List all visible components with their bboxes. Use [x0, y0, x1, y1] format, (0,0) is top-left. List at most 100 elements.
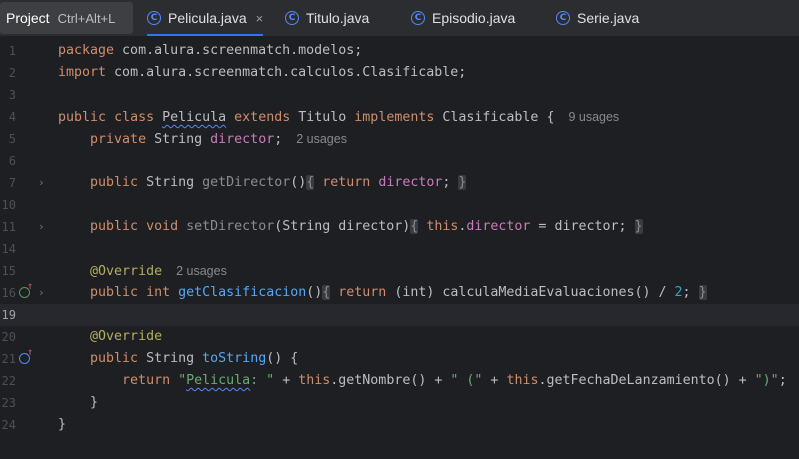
field-name: director: [466, 219, 531, 234]
tab-label: Episodio.java: [432, 10, 516, 26]
operator: +: [274, 373, 299, 388]
operator: +: [730, 373, 755, 388]
code-line: 3: [0, 84, 799, 106]
tab-serie[interactable]: C Serie.java: [556, 0, 639, 36]
method-name: toString: [202, 351, 267, 366]
method-name: getDirector: [202, 175, 291, 190]
parens: (): [306, 285, 323, 300]
keyword: public: [90, 351, 139, 366]
class-c-icon: C: [556, 11, 570, 25]
method-name: getClasificacion: [178, 285, 307, 300]
usages-hint[interactable]: 9 usages: [568, 110, 619, 124]
code-line: 2 import com.alura.screenmatch.calculos.…: [0, 62, 799, 84]
code-line: 6: [0, 150, 799, 172]
fold-chevron-icon[interactable]: ›: [38, 282, 45, 304]
interface-name: Clasificable {: [442, 110, 555, 125]
tab-label: Pelicula.java: [168, 10, 247, 26]
keyword: this: [426, 219, 459, 234]
assignment: = director;: [530, 219, 627, 234]
line-number: 22: [1, 374, 16, 388]
method-call: getFechaDeLanzamiento: [546, 373, 715, 388]
expression: (int) calculaMediaEvaluaciones() /: [386, 285, 675, 300]
line-number: 7: [8, 176, 16, 190]
fold-chevron-icon[interactable]: ›: [38, 172, 45, 194]
folded-brace[interactable]: {: [306, 175, 315, 190]
string-literal: " (": [450, 373, 483, 388]
line-number: 15: [1, 264, 16, 278]
folded-brace[interactable]: }: [458, 175, 467, 190]
semicolon: ;: [682, 285, 691, 300]
project-shortcut: Ctrl+Alt+L: [57, 10, 116, 26]
tab-episodio[interactable]: C Episodio.java: [411, 0, 515, 36]
string-literal: Pelicula: [186, 373, 251, 388]
fold-chevron-icon[interactable]: ›: [38, 216, 45, 238]
line-number: 23: [1, 396, 16, 410]
folded-brace[interactable]: {: [322, 285, 331, 300]
class-name: Pelicula: [162, 110, 227, 125]
code-line: 21 ↑ public String toString() {: [0, 347, 799, 370]
operator: +: [426, 373, 451, 388]
class-c-icon: C: [147, 11, 161, 25]
project-tool-button[interactable]: Project Ctrl+Alt+L: [0, 2, 133, 34]
line-number: 24: [1, 418, 16, 432]
number-literal: 2: [674, 285, 683, 300]
line-number: 2: [8, 66, 16, 80]
folded-brace[interactable]: }: [698, 285, 707, 300]
line-number: 14: [1, 242, 16, 256]
keyword: this: [506, 373, 539, 388]
type-name: String: [146, 351, 195, 366]
code-line: 1 package com.alura.screenmatch.modelos;: [0, 40, 799, 62]
dot: .: [538, 373, 547, 388]
semicolon: ;: [442, 175, 451, 190]
field-name: director: [210, 132, 275, 147]
code-line: 4 public class Pelicula extends Titulo i…: [0, 106, 799, 128]
keyword: package: [58, 43, 115, 58]
line-number: 1: [8, 44, 16, 58]
code-line-current[interactable]: 19: [0, 304, 799, 326]
up-arrow-icon: ↑: [27, 347, 34, 358]
method-call: getNombre: [338, 373, 411, 388]
superclass-name: Titulo: [298, 110, 347, 125]
field-name: director: [378, 175, 443, 190]
project-label: Project: [6, 10, 50, 26]
line-number: 16: [1, 286, 16, 300]
line-number: 4: [8, 110, 16, 124]
class-c-icon: C: [411, 11, 425, 25]
string-literal: ")": [754, 373, 779, 388]
keyword: return: [338, 285, 387, 300]
code-line: 14: [0, 238, 799, 260]
line-number: 6: [8, 154, 16, 168]
close-brace: }: [58, 417, 67, 432]
close-icon[interactable]: ×: [256, 11, 264, 26]
keyword: class: [114, 110, 155, 125]
keyword: void: [146, 219, 179, 234]
method-name: setDirector: [186, 219, 275, 234]
close-brace: }: [90, 395, 99, 410]
tab-label: Serie.java: [577, 10, 640, 26]
code-line: 20 @Override: [0, 326, 799, 348]
semicolon: ;: [778, 373, 787, 388]
string-literal: : ": [250, 373, 275, 388]
code-editor[interactable]: 1 package com.alura.screenmatch.modelos;…: [0, 37, 799, 459]
keyword: import: [58, 65, 107, 80]
tab-label: Titulo.java: [306, 10, 370, 26]
line-number: 5: [8, 132, 16, 146]
code-line: 22 return "Pelicula: " + this.getNombre(…: [0, 370, 799, 392]
usages-hint[interactable]: 2 usages: [296, 132, 347, 146]
tab-pelicula[interactable]: C Pelicula.java ×: [147, 0, 264, 36]
parens: () {: [266, 351, 299, 366]
code-line: 23 }: [0, 392, 799, 414]
folded-brace[interactable]: {: [410, 219, 419, 234]
code-line: 16 ↑ › public int getClasificacion(){ re…: [0, 281, 799, 304]
package-name: com.alura.screenmatch.modelos;: [114, 43, 363, 58]
code-line: 24 }: [0, 414, 799, 436]
keyword: return: [122, 373, 171, 388]
keyword: public: [90, 285, 139, 300]
usages-hint[interactable]: 2 usages: [176, 264, 227, 278]
keyword: implements: [354, 110, 435, 125]
keyword: public: [90, 175, 139, 190]
keyword: private: [90, 132, 147, 147]
folded-brace[interactable]: }: [634, 219, 643, 234]
tab-titulo[interactable]: C Titulo.java: [285, 0, 369, 36]
line-number: 20: [1, 330, 16, 344]
